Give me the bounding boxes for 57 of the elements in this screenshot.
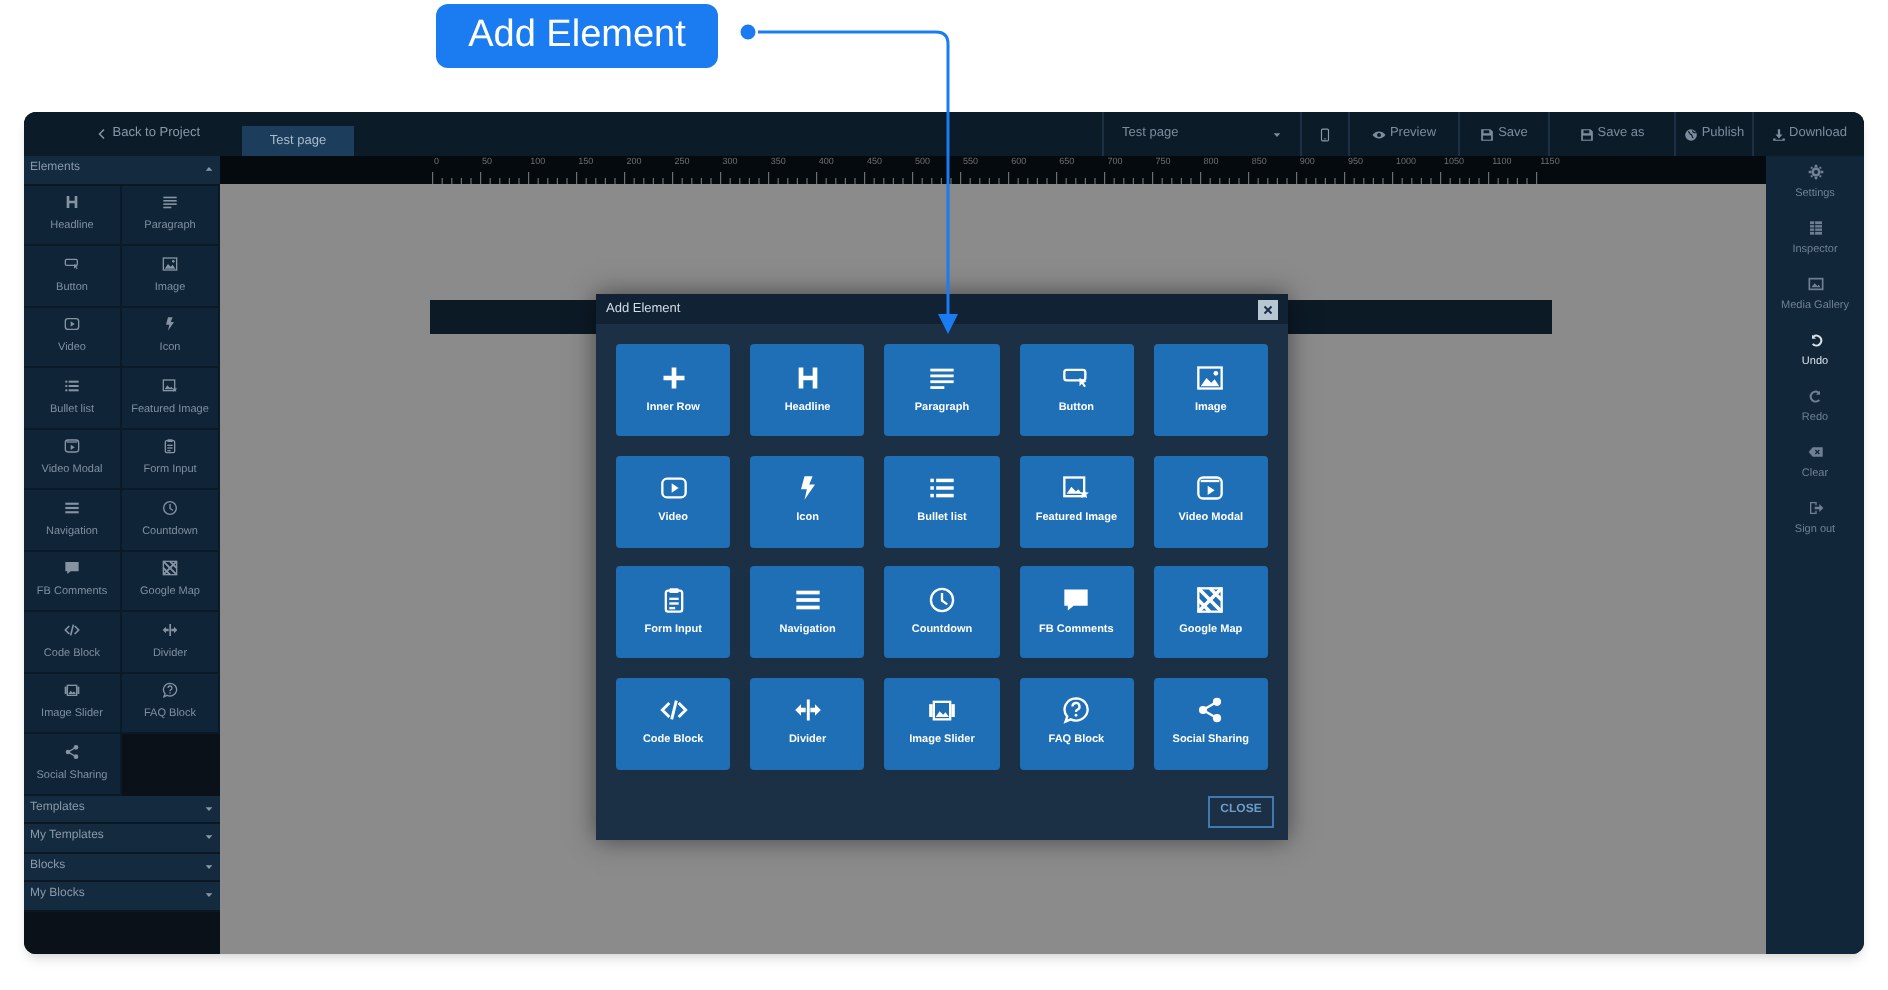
button-icon <box>1062 363 1091 392</box>
code-icon <box>64 621 80 638</box>
split-arrows-icon <box>162 621 178 638</box>
caret-down-icon <box>204 890 214 901</box>
grid-panel-icon <box>1807 220 1823 237</box>
image-slider-icon <box>927 696 956 725</box>
help-bubble-icon <box>1062 696 1091 725</box>
speech-bubble-icon <box>1062 585 1091 614</box>
callout-label: Add Element <box>436 4 718 68</box>
paragraph-icon <box>162 194 178 211</box>
globe-icon <box>1683 127 1698 141</box>
eye-icon <box>1371 127 1386 141</box>
caret-down-icon <box>204 861 214 872</box>
caret-down-icon <box>1272 129 1282 139</box>
caret-down-icon <box>204 832 214 843</box>
chevron-left-icon <box>96 128 109 140</box>
clock-icon <box>162 499 178 516</box>
help-bubble-icon <box>162 682 178 699</box>
clock-icon <box>927 585 956 614</box>
menu-icon <box>793 585 822 614</box>
share-icon <box>1196 696 1225 725</box>
undo-icon <box>1807 332 1823 349</box>
gear-icon <box>1807 164 1823 181</box>
image-icon <box>162 255 178 272</box>
caret-up-icon <box>204 164 214 175</box>
clipboard-icon <box>659 585 688 614</box>
caret-down-icon <box>204 803 214 814</box>
video-icon <box>64 316 80 333</box>
clipboard-icon <box>162 438 178 455</box>
speech-bubble-icon <box>64 560 80 577</box>
list-icon <box>64 377 80 394</box>
image-icon <box>1196 363 1225 392</box>
heading-icon <box>64 194 80 211</box>
share-icon <box>64 743 80 760</box>
redo-icon <box>1807 388 1823 405</box>
map-icon <box>1196 585 1225 614</box>
list-icon <box>927 474 956 503</box>
video-icon <box>659 474 688 503</box>
menu-icon <box>64 499 80 516</box>
heading-icon <box>793 363 822 392</box>
video-window-icon <box>1196 474 1225 503</box>
image-slider-icon <box>64 682 80 699</box>
paragraph-icon <box>927 363 956 392</box>
close-icon <box>1262 303 1274 315</box>
split-arrows-icon <box>793 696 822 725</box>
video-window-icon <box>64 438 80 455</box>
sign-out-icon <box>1807 500 1823 517</box>
download-icon <box>1771 127 1786 141</box>
image-icon <box>1807 276 1823 293</box>
phone-icon <box>1318 127 1332 141</box>
eraser-icon <box>1807 444 1823 461</box>
map-icon <box>162 560 178 577</box>
code-icon <box>659 696 688 725</box>
plus-icon <box>659 363 688 392</box>
close-button[interactable] <box>1258 299 1278 319</box>
lightning-icon <box>162 316 178 333</box>
button-icon <box>64 255 80 272</box>
